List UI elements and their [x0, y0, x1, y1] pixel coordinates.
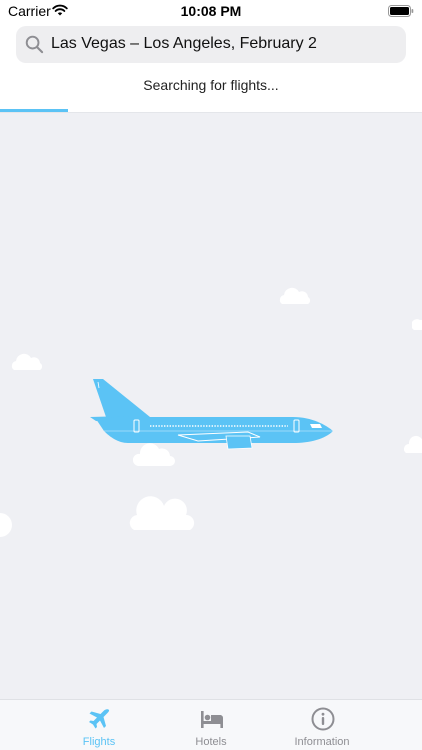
search-status: Searching for flights...: [143, 77, 279, 93]
clock: 10:08 PM: [180, 3, 242, 19]
status-bar: Carrier 10:08 PM: [0, 0, 422, 22]
search-bar[interactable]: Las Vegas – Los Angeles, February 2: [16, 26, 406, 63]
airplane-illustration: [90, 379, 333, 450]
cloud-icon: [404, 435, 422, 453]
cloud-icon: [412, 319, 422, 330]
tab-label: Information: [294, 736, 350, 748]
tab-information[interactable]: Information: [252, 700, 392, 750]
bed-icon: [201, 711, 223, 728]
battery-icon: [388, 5, 414, 17]
cloud-icon: [11, 353, 43, 370]
search-icon: [25, 35, 44, 54]
cloud-icon: [279, 287, 311, 304]
info-icon: [311, 707, 335, 731]
search-query[interactable]: Las Vegas – Los Angeles, February 2: [51, 35, 317, 53]
cloud-icon: [0, 513, 12, 537]
airplane-icon: [89, 709, 110, 729]
loading-animation: [0, 113, 422, 699]
cloud-icon: [129, 496, 195, 530]
tab-bar: Flights Hotels Information: [0, 699, 422, 750]
